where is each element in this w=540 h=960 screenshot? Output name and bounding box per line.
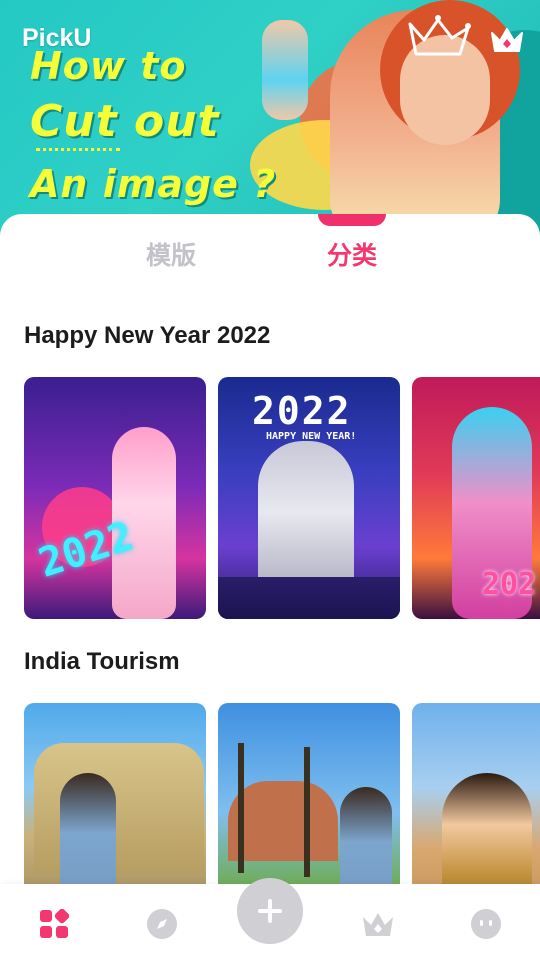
template-card[interactable]: 2022 xyxy=(24,377,206,619)
banner-headline-line2: Cut out xyxy=(30,96,220,147)
crown-outline-icon xyxy=(408,15,471,56)
crown-icon xyxy=(491,28,523,52)
tab-bar: 模版 分类 xyxy=(0,236,540,276)
card-ground xyxy=(218,577,400,619)
content-sheet: 模版 分类 Happy New Year 2022 2022 2022 HAPP… xyxy=(0,214,540,894)
section-title: India Tourism xyxy=(24,648,180,675)
template-row: 2022 2022 HAPPY NEW YEAR! 202 xyxy=(24,377,540,619)
add-button[interactable] xyxy=(237,878,303,944)
nav-profile[interactable] xyxy=(466,904,506,944)
nav-home[interactable] xyxy=(34,904,74,944)
profile-face-icon xyxy=(471,909,501,939)
card-overlay-text: 2022 xyxy=(252,389,352,433)
card-model-image xyxy=(340,787,392,894)
template-card[interactable]: 2022 HAPPY NEW YEAR! xyxy=(218,377,400,619)
banner-cutout-figure xyxy=(262,20,308,120)
template-row xyxy=(24,703,540,894)
compass-icon xyxy=(147,909,177,939)
template-card[interactable]: 202 xyxy=(412,377,540,619)
tab-templates[interactable]: 模版 xyxy=(146,236,196,272)
card-monument-shape xyxy=(228,781,338,861)
banner-dotted-line xyxy=(36,148,120,151)
card-palm-tree xyxy=(304,747,310,877)
card-palm-tree xyxy=(238,743,244,873)
add-icon xyxy=(258,899,282,923)
nav-premium[interactable] xyxy=(358,904,398,944)
banner-headline-line3: An image ? xyxy=(30,162,277,206)
tab-indicator xyxy=(318,214,386,226)
crown-icon xyxy=(363,913,393,936)
card-overlay-text: 202 xyxy=(482,567,537,602)
premium-button[interactable] xyxy=(488,24,526,56)
tab-categories[interactable]: 分类 xyxy=(327,236,377,272)
app-logo-text: PickU xyxy=(22,24,92,52)
card-model-image xyxy=(442,773,532,894)
template-card[interactable] xyxy=(412,703,540,894)
card-model-image xyxy=(60,773,116,894)
template-card[interactable] xyxy=(24,703,206,894)
section-title: Happy New Year 2022 xyxy=(24,322,271,349)
home-icon xyxy=(40,909,69,938)
nav-discover[interactable] xyxy=(142,904,182,944)
template-card[interactable] xyxy=(218,703,400,894)
